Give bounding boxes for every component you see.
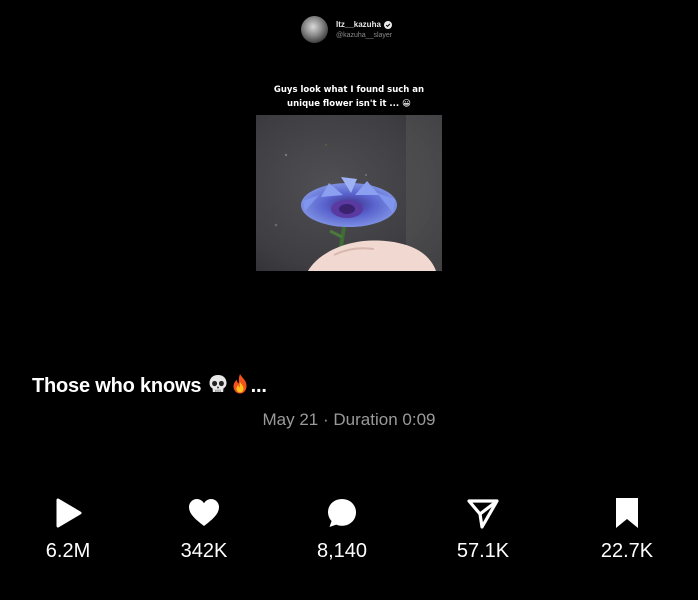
- bookmark-icon: [616, 498, 638, 528]
- author-names: Itz__kazuha @kazuha__slayer: [336, 19, 393, 39]
- fire-icon: [229, 373, 251, 401]
- views-button[interactable]: 6.2M: [23, 496, 113, 563]
- post-view: Itz__kazuha @kazuha__slayer Guys look wh…: [0, 0, 698, 600]
- post-caption-suffix: ...: [250, 375, 267, 397]
- like-button[interactable]: 342K: [159, 496, 249, 563]
- post-caption-text: Those who knows: [32, 375, 202, 397]
- meme-caption: Guys look what I found such an unique fl…: [273, 85, 425, 109]
- action-bar: 6.2M 342K 8,140 57.1K 22.7K: [0, 496, 698, 576]
- author-name-row: Itz__kazuha: [336, 19, 392, 29]
- post-caption: Those who knows ...: [32, 373, 267, 401]
- share-icon: [467, 499, 499, 529]
- embedded-author[interactable]: Itz__kazuha @kazuha__slayer: [301, 16, 392, 43]
- author-display-name: Itz__kazuha: [336, 19, 381, 29]
- flower-photo-illustration: [256, 115, 442, 271]
- bookmarks-count: 22.7K: [600, 540, 654, 562]
- bookmark-button[interactable]: 22.7K: [582, 496, 672, 563]
- share-button[interactable]: 57.1K: [438, 496, 528, 563]
- skull-icon: [207, 373, 229, 401]
- comments-count: 8,140: [316, 540, 368, 562]
- author-handle: @kazuha__slayer: [336, 31, 393, 39]
- post-meta: May 21 · Duration 0:09: [0, 410, 698, 430]
- flower-image[interactable]: [256, 115, 442, 271]
- verified-badge-icon: [383, 20, 392, 29]
- post-date: May 21: [262, 410, 319, 429]
- heart-icon: [189, 499, 219, 526]
- comment-button[interactable]: 8,140: [297, 496, 387, 563]
- avatar[interactable]: [301, 16, 328, 43]
- comment-icon: [328, 499, 356, 527]
- views-count: 6.2M: [45, 540, 91, 562]
- likes-count: 342K: [180, 540, 228, 562]
- play-icon: [56, 498, 82, 528]
- meta-separator: ·: [323, 410, 329, 429]
- post-duration: Duration 0:09: [333, 410, 436, 429]
- shares-count: 57.1K: [456, 540, 510, 562]
